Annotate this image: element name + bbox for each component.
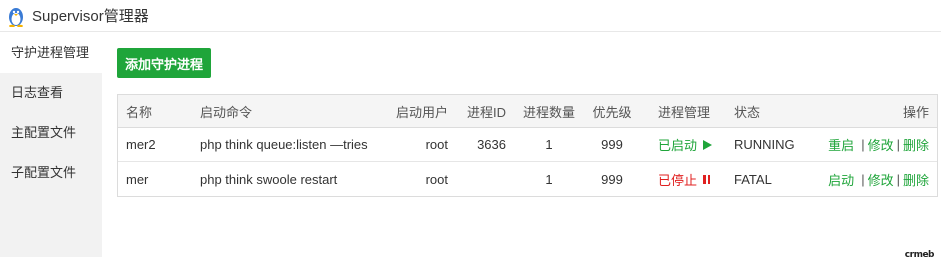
app-title: Supervisor管理器 — [32, 8, 149, 25]
cell-user: root — [425, 171, 448, 187]
table-row: mer2 php think queue:listen —tries root … — [118, 128, 937, 162]
header-pid: 进程ID — [466, 104, 506, 120]
delete-link[interactable]: 删除 — [903, 170, 929, 189]
start-link[interactable]: 启动 — [828, 170, 854, 189]
cell-count: 1 — [545, 171, 553, 187]
op-separator: | — [861, 171, 865, 187]
pause-icon — [703, 174, 711, 184]
table-header: 名称 启动命令 启动用户 进程ID 进程数量 优先级 进程管理 状态 操作 — [118, 95, 937, 128]
edit-link[interactable]: 修改 — [868, 135, 894, 154]
cell-priority: 999 — [601, 171, 623, 187]
main-content: 添加守护进程 名称 启动命令 启动用户 进程ID 进程数量 优先级 进程管理 状… — [102, 33, 941, 260]
header-name: 名称 — [126, 104, 153, 120]
delete-link[interactable]: 删除 — [903, 135, 929, 154]
table-row: mer php think swoole restart root 1 999 … — [118, 162, 937, 196]
row-operations: 启动 | 修改 | 删除 — [828, 162, 929, 196]
app-header: Supervisor管理器 — [0, 0, 941, 32]
header-command: 启动命令 — [200, 104, 253, 120]
op-separator: | — [896, 137, 900, 152]
sidebar: 守护进程管理 日志查看 主配置文件 子配置文件 — [0, 33, 102, 257]
play-icon — [703, 139, 713, 150]
cell-state: FATAL — [734, 171, 772, 187]
op-separator: | — [861, 137, 865, 152]
penguin-icon — [9, 7, 23, 27]
process-status-label: 已停止 — [658, 172, 698, 188]
brand-logo: crmeb — [904, 250, 935, 260]
cell-priority: 999 — [601, 137, 623, 152]
cell-pid: 3636 — [477, 137, 506, 152]
cell-pid — [458, 162, 506, 196]
cell-name: mer2 — [126, 137, 156, 152]
row-operations: 重启 | 修改 | 删除 — [828, 128, 929, 161]
header-management: 进程管理 — [658, 104, 711, 120]
op-separator: | — [896, 171, 900, 187]
header-state: 状态 — [734, 104, 761, 120]
cell-user: root — [425, 137, 448, 152]
process-status-toggle[interactable]: 已启动 — [658, 128, 713, 161]
cell-count: 1 — [545, 137, 553, 152]
process-table: 名称 启动命令 启动用户 进程ID 进程数量 优先级 进程管理 状态 操作 me… — [117, 94, 938, 197]
edit-link[interactable]: 修改 — [868, 170, 894, 189]
add-daemon-button[interactable]: 添加守护进程 — [117, 48, 211, 78]
cell-state: RUNNING — [734, 137, 795, 152]
header-count: 进程数量 — [522, 104, 575, 120]
cell-command: php think swoole restart — [200, 171, 338, 187]
process-status-label: 已启动 — [658, 138, 698, 153]
header-operations: 操作 — [902, 104, 929, 120]
cell-name: mer — [126, 171, 149, 187]
header-user: 启动用户 — [395, 104, 448, 120]
process-status-toggle[interactable]: 已停止 — [658, 162, 711, 196]
sidebar-item-process-management[interactable]: 守护进程管理 — [0, 33, 102, 73]
sidebar-item-sub-config[interactable]: 子配置文件 — [0, 153, 102, 193]
sidebar-item-main-config[interactable]: 主配置文件 — [0, 113, 102, 153]
cell-command: php think queue:listen —tries — [200, 137, 368, 152]
header-priority: 优先级 — [592, 104, 632, 120]
sidebar-item-log-view[interactable]: 日志查看 — [0, 73, 102, 113]
restart-link[interactable]: 重启 — [828, 135, 854, 154]
